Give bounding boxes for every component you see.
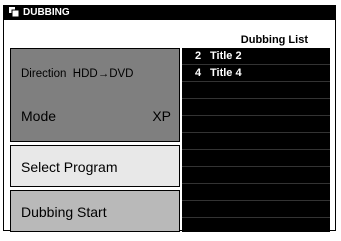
- list-item[interactable]: [182, 167, 330, 184]
- dubbing-list-body: 2 Title 2 4 Title 4: [182, 48, 330, 232]
- list-item[interactable]: [182, 150, 330, 167]
- list-item[interactable]: [182, 99, 330, 116]
- list-item-number: 2: [195, 50, 202, 62]
- direction-value: HDD→DVD: [72, 68, 134, 80]
- direction-label: Direction: [21, 68, 67, 80]
- list-item-title: Title 4: [210, 67, 242, 79]
- dubbing-list: Dubbing List 2 Title 2 4 Title 4: [182, 32, 330, 232]
- direction-row[interactable]: Direction HDD→DVD: [21, 68, 133, 80]
- select-program-label: Select Program: [21, 159, 118, 175]
- list-item[interactable]: [182, 116, 330, 133]
- dubbing-icon: [9, 7, 19, 17]
- list-item-title: Title 2: [210, 50, 242, 62]
- window-title: DUBBING: [23, 7, 70, 18]
- list-item[interactable]: 2 Title 2: [182, 48, 330, 65]
- settings-block: Direction HDD→DVD Mode XP: [10, 48, 180, 142]
- dubbing-start-label: Dubbing Start: [21, 204, 107, 220]
- list-item[interactable]: [182, 133, 330, 150]
- dubbing-start-button[interactable]: Dubbing Start: [10, 190, 180, 232]
- list-item[interactable]: [182, 82, 330, 99]
- mode-row[interactable]: Mode XP: [21, 108, 171, 124]
- list-item[interactable]: 4 Title 4: [182, 65, 330, 82]
- list-item[interactable]: [182, 184, 330, 201]
- dubbing-list-header: Dubbing List: [182, 32, 330, 48]
- mode-label: Mode: [21, 108, 57, 124]
- select-program-button[interactable]: Select Program: [10, 145, 180, 187]
- dubbing-screen: DUBBING Direction HDD→DVD Mode XP Select…: [0, 0, 341, 241]
- mode-value: XP: [152, 108, 171, 124]
- title-bar: DUBBING: [3, 5, 336, 20]
- list-item-number: 4: [195, 67, 202, 79]
- list-item[interactable]: [182, 201, 330, 218]
